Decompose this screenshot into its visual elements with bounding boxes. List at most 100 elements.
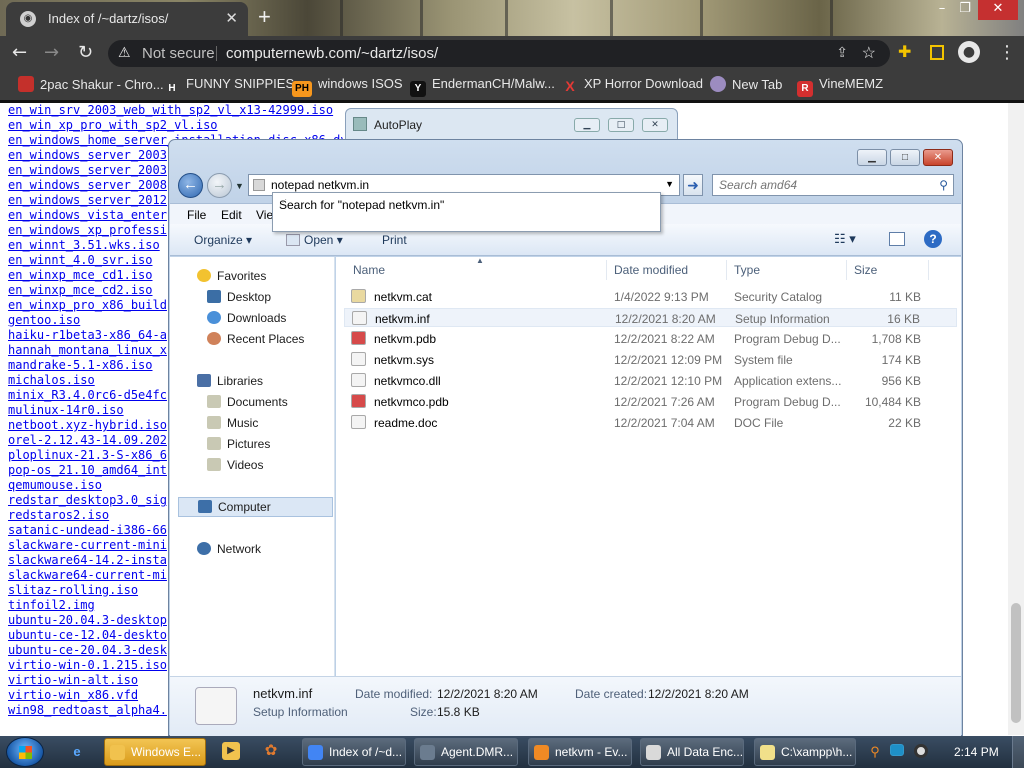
nav-documents[interactable]: Documents [207,395,288,409]
bookmark-windows-isos[interactable]: PH windows ISOS [292,76,403,97]
browser-tab-active[interactable]: ◉ Index of /~dartz/isos/ ✕ [6,2,248,36]
go-arrow-icon[interactable]: ➜ [683,174,703,196]
address-input[interactable] [271,177,651,193]
iso-link[interactable]: slitaz-rolling.iso [8,583,138,597]
iso-link[interactable]: en_windows_server_2003 [8,148,167,162]
show-desktop-button[interactable] [1012,736,1024,768]
url-text[interactable]: computernewb.com/~dartz/isos/ [226,45,438,62]
explorer-maximize-icon[interactable]: □ [890,149,920,166]
media-player-icon[interactable]: ▶ [222,742,240,760]
menu-kebab-icon[interactable]: ⋮ [998,42,1016,63]
column-date-modified[interactable]: Date modified [614,263,688,277]
iso-link[interactable]: slackware64-current-mi [8,568,167,582]
iso-link[interactable]: satanic-undead-i386-66 [8,523,167,537]
menu-view[interactable]: Vie [256,208,273,222]
address-bar[interactable]: ⚠ Not secure computernewb.com/~dartz/iso… [108,40,890,67]
iso-link[interactable]: hannah_montana_linux_x [8,343,167,357]
autoplay-minimize-icon[interactable]: ▁ [574,118,600,132]
search-input[interactable] [719,178,929,192]
page-scrollbar[interactable] [1008,103,1024,735]
file-row[interactable]: netkvm.sys 12/2/2021 12:09 PM System file 1… [344,350,957,369]
column-size[interactable]: Size [854,263,877,277]
iso-link[interactable]: netboot.xyz-hybrid.iso [8,418,167,432]
file-row[interactable]: netkvm.inf 12/2/2021 8:20 AM Setup Informa… [344,308,957,327]
view-options-icon[interactable]: ☷ ▾ [834,231,856,247]
iso-link[interactable]: haiku-r1beta3-x86_64-a [8,328,167,342]
bookmark-2pac[interactable]: 2pac Shakur - Chro... [18,76,164,92]
iso-link[interactable]: en_winxp_mce_cd2.iso [8,283,153,297]
extensions-puzzle-icon[interactable]: ✚ [898,42,911,61]
nav-videos[interactable]: Videos [207,458,263,472]
bookmark-xp-horror[interactable]: X XP Horror Download [562,76,703,94]
autoplay-window[interactable]: AutoPlay ▁ □ ✕ [345,108,678,143]
iso-link[interactable]: en_windows_server_2003 [8,163,167,177]
iso-link[interactable]: en_windows_xp_professi [8,223,167,237]
iso-link[interactable]: en_windows_server_2012 [8,193,167,207]
new-tab-button[interactable]: + [258,4,271,30]
iso-link[interactable]: virtio-win-alt.iso [8,673,138,687]
help-icon[interactable]: ? [924,230,942,248]
explorer-back-icon[interactable]: ← [178,173,203,198]
iso-link[interactable]: en_winxp_mce_cd1.iso [8,268,153,282]
iso-link[interactable]: mandrake-5.1-x86.iso [8,358,153,372]
tab-close-icon[interactable]: ✕ [225,9,238,27]
iso-link[interactable]: redstaros2.iso [8,508,109,522]
iso-link[interactable]: virtio-win-0.1.215.iso [8,658,167,672]
taskbar-button[interactable]: Agent.DMR... [414,738,518,766]
iso-link[interactable]: en_windows_vista_enter [8,208,167,222]
taskbar-button[interactable]: All Data Enc... [640,738,744,766]
iso-link[interactable]: win98_redtoast_alpha4. [8,703,167,717]
iso-link[interactable]: redstar_desktop3.0_sig [8,493,167,507]
browser-close-icon[interactable]: ✕ [978,0,1018,20]
open-button[interactable]: Open ▾ [286,233,343,247]
autoplay-close-icon[interactable]: ✕ [642,118,668,132]
file-row[interactable]: readme.doc 12/2/2021 7:04 AM DOC File 22 KB [344,413,957,432]
taskbar-button[interactable]: Windows E... [104,738,206,766]
share-icon[interactable]: ⇪ [836,44,848,61]
nav-favorites[interactable]: Favorites [197,269,266,283]
explorer-forward-icon[interactable]: → [207,173,232,198]
iso-link[interactable]: slackware64-14.2-insta [8,553,167,567]
reload-icon[interactable]: ↻ [78,42,93,63]
nav-network[interactable]: Network [197,542,261,556]
column-divider[interactable] [726,260,727,280]
autoplay-maximize-icon[interactable]: □ [608,118,634,132]
nav-recent-places[interactable]: Recent Places [207,332,304,346]
profile-avatar-icon[interactable]: ● [958,41,980,63]
iso-link[interactable]: virtio-win_x86.vfd [8,688,138,702]
iso-link[interactable]: en_windows_server_2008 [8,178,167,192]
iso-link[interactable]: ubuntu-ce-12.04-deskto [8,628,167,642]
iso-link[interactable]: orel-2.12.43-14.09.202 [8,433,167,447]
iso-link[interactable]: en_winnt_4.0_svr.iso [8,253,153,267]
bookmark-endermanch[interactable]: Y EndermanCH/Malw... [410,76,555,97]
file-row[interactable]: netkvm.cat 1/4/2022 9:13 PM Security Catal… [344,287,957,306]
iso-link[interactable]: en_win_xp_pro_with_sp2_vl.iso [8,118,218,132]
column-divider[interactable] [928,260,929,280]
iso-link[interactable]: en_winnt_3.51.wks.iso [8,238,160,252]
print-button[interactable]: Print [382,233,407,247]
sidepanel-icon[interactable] [930,45,944,60]
taskbar-button[interactable]: Index of /~d... [302,738,406,766]
forward-arrow-icon[interactable]: → [44,42,59,63]
bookmark-vinememz[interactable]: R VineMEMZ [797,76,883,97]
nav-desktop[interactable]: Desktop [207,290,271,304]
address-suggestion-popup[interactable]: Search for "notepad netkvm.in" ⋰ [272,192,661,232]
browser-restore-icon[interactable]: ❐ [954,0,976,20]
browser-minimize-icon[interactable]: – [932,0,952,20]
iso-link[interactable]: mulinux-14r0.iso [8,403,124,417]
taskbar-button[interactable]: netkvm - Ev... [528,738,632,766]
nav-libraries[interactable]: Libraries [197,374,263,388]
address-dropdown-icon[interactable]: ▼ [665,179,674,189]
file-row[interactable]: netkvmco.pdb 12/2/2021 7:26 AM Program Deb… [344,392,957,411]
internet-explorer-icon[interactable]: e [66,741,88,763]
column-divider[interactable] [846,260,847,280]
menu-file[interactable]: File [187,208,206,222]
iso-link[interactable]: pop-os_21.10_amd64_int [8,463,167,477]
tray-network-icon[interactable] [890,744,904,756]
iso-link[interactable]: ubuntu-20.04.3-desktop [8,613,167,627]
organize-button[interactable]: Organize ▾ [194,233,252,247]
bookmark-star-icon[interactable]: ☆ [862,43,876,63]
scrollbar-thumb[interactable] [1011,603,1021,723]
preview-pane-icon[interactable] [889,232,905,246]
bookmark-new-tab[interactable]: New Tab [710,76,782,92]
